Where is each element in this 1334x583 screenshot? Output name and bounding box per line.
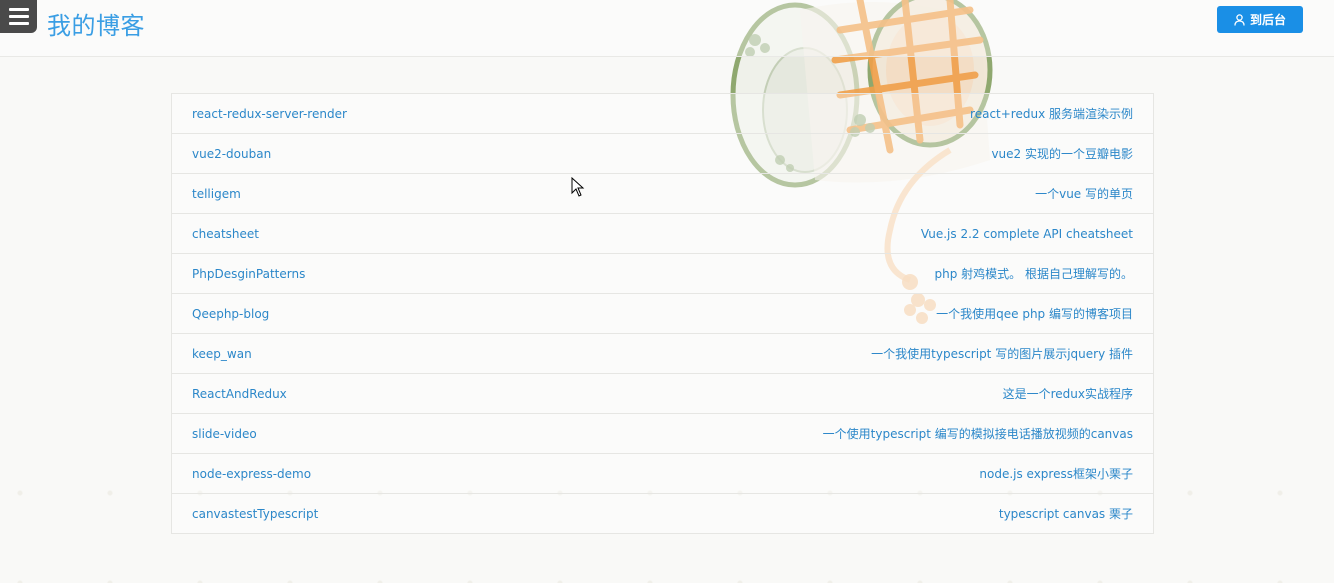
project-description: php 射鸡模式。 根据自己理解写的。 [934,267,1133,281]
menu-button[interactable] [0,0,37,33]
project-name-link[interactable]: react-redux-server-render [192,107,347,121]
page: 我的博客 到后台 react-redux-server-render react+… [0,0,1334,583]
project-description: react+redux 服务端渲染示例 [970,107,1133,121]
admin-button[interactable]: 到后台 [1217,6,1303,33]
top-header: 我的博客 到后台 [0,0,1334,57]
project-name-link[interactable]: cheatsheet [192,227,259,241]
project-description: 一个我使用qee php 编写的博客项目 [936,307,1133,321]
project-row[interactable]: slide-video 一个使用typescript 编写的模拟接电话播放视频的c… [172,414,1153,454]
project-name-link[interactable]: node-express-demo [192,467,311,481]
project-description: 一个vue 写的单页 [1035,187,1133,201]
project-description: 一个使用typescript 编写的模拟接电话播放视频的canvas [822,427,1133,441]
hamburger-icon-line [8,8,29,11]
project-description: Vue.js 2.2 complete API cheatsheet [920,226,1133,241]
project-name-link[interactable]: slide-video [192,427,257,441]
project-description: 一个我使用typescript 写的图片展示jquery 插件 [871,347,1133,361]
project-row[interactable]: Qeephp-blog 一个我使用qee php 编写的博客项目 [172,294,1153,334]
project-name-link[interactable]: Qeephp-blog [192,307,269,321]
project-name-link[interactable]: keep_wan [192,347,252,361]
project-description: vue2 实现的一个豆瓣电影 [991,147,1133,161]
project-row[interactable]: telligem 一个vue 写的单页 [172,174,1153,214]
project-row[interactable]: keep_wan 一个我使用typescript 写的图片展示jquery 插件 [172,334,1153,374]
admin-button-label: 到后台 [1249,13,1286,27]
project-row[interactable]: ReactAndRedux 这是一个redux实战程序 [172,374,1153,414]
project-list: react-redux-server-render react+redux 服务端… [171,93,1154,534]
user-icon [1234,13,1245,26]
site-title[interactable]: 我的博客 [47,6,145,41]
project-name-link[interactable]: vue2-douban [192,147,271,161]
hamburger-icon-line [8,22,29,25]
project-row[interactable]: cheatsheet Vue.js 2.2 complete API cheats… [172,214,1153,254]
project-row[interactable]: node-express-demo node.js express框架小栗子 [172,454,1153,494]
project-row[interactable]: react-redux-server-render react+redux 服务端… [172,94,1153,134]
project-row[interactable]: PhpDesginPatterns php 射鸡模式。 根据自己理解写的。 [172,254,1153,294]
hamburger-icon-line [8,15,29,18]
project-row[interactable]: canvastestTypescript typescript canvas 栗子 [172,494,1153,534]
project-name-link[interactable]: ReactAndRedux [192,387,287,401]
project-name-link[interactable]: canvastestTypescript [192,507,318,521]
project-description: node.js express框架小栗子 [979,467,1133,481]
project-name-link[interactable]: telligem [192,187,241,201]
project-description: typescript canvas 栗子 [998,507,1133,521]
project-row[interactable]: vue2-douban vue2 实现的一个豆瓣电影 [172,134,1153,174]
project-name-link[interactable]: PhpDesginPatterns [192,267,305,281]
project-description: 这是一个redux实战程序 [1002,387,1133,401]
